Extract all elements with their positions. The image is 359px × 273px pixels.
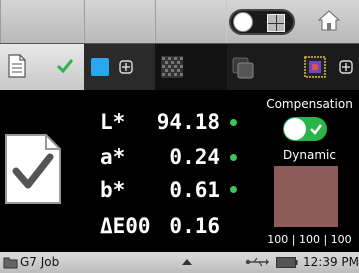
- rgb-values-label: 100 | 100 | 100: [267, 233, 352, 246]
- patch-pattern-tab[interactable]: [155, 44, 227, 91]
- a-star-value: 0.24: [169, 145, 220, 169]
- check-icon: [310, 124, 322, 135]
- b-star-row: b* 0.61: [100, 178, 220, 204]
- overlay-tab[interactable]: [227, 44, 299, 91]
- colorful-grid-icon: [304, 56, 326, 78]
- l-star-row: L* 94.18: [100, 110, 220, 136]
- top-segment-3[interactable]: [155, 0, 227, 43]
- toggle-knob: [284, 118, 306, 140]
- b-star-status-dot: [230, 186, 237, 193]
- b-star-label: b*: [100, 178, 126, 202]
- a-star-status-dot: [230, 154, 237, 161]
- a-star-row: a* 0.24: [100, 145, 220, 171]
- delta-e-label: ΔE00: [100, 214, 151, 238]
- chevron-up-icon[interactable]: [181, 258, 193, 266]
- job-label: G7 Job: [20, 255, 60, 269]
- compensation-toggle[interactable]: [283, 117, 327, 141]
- l-star-value: 94.18: [156, 110, 220, 134]
- target-icon: [119, 60, 133, 74]
- l-star-status-dot: [230, 119, 237, 126]
- pass-document-icon: [5, 134, 61, 204]
- usb-icon: [245, 257, 269, 267]
- compensation-label: Compensation: [266, 97, 353, 111]
- delta-e-value: 0.16: [169, 214, 220, 238]
- b-star-value: 0.61: [169, 178, 220, 202]
- clock: 12:39 PM: [303, 255, 359, 269]
- patch-grid-icon: [267, 14, 285, 32]
- color-swatch: [274, 166, 338, 227]
- top-segment-1[interactable]: [0, 0, 84, 43]
- toolbar: [0, 43, 359, 91]
- a-star-label: a*: [100, 145, 126, 169]
- sample-color-tab[interactable]: [84, 44, 155, 91]
- document-icon: [8, 54, 26, 78]
- document-tab[interactable]: [0, 44, 84, 91]
- home-button[interactable]: [299, 0, 359, 43]
- target-icon-2: [339, 60, 353, 74]
- home-icon: [317, 10, 341, 31]
- top-bar: [0, 0, 359, 43]
- measurement-mode-toggle[interactable]: [229, 9, 295, 35]
- delta-e-row: ΔE00 0.16: [100, 214, 220, 240]
- toggle-knob: [233, 12, 253, 32]
- blue-swatch-icon: [91, 58, 109, 76]
- overlay-squares-icon: [232, 57, 254, 79]
- battery-icon: [276, 257, 298, 268]
- top-segment-2[interactable]: [84, 0, 155, 43]
- status-bar: G7 Job 12:39 PM: [0, 252, 359, 273]
- compensation-mode-label: Dynamic: [283, 148, 336, 162]
- target-grid-tab[interactable]: [299, 44, 359, 91]
- pass-check-icon: [56, 59, 74, 74]
- l-star-label: L*: [100, 110, 126, 134]
- job-folder-icon: [3, 257, 18, 269]
- dotted-patch-icon: [161, 56, 183, 78]
